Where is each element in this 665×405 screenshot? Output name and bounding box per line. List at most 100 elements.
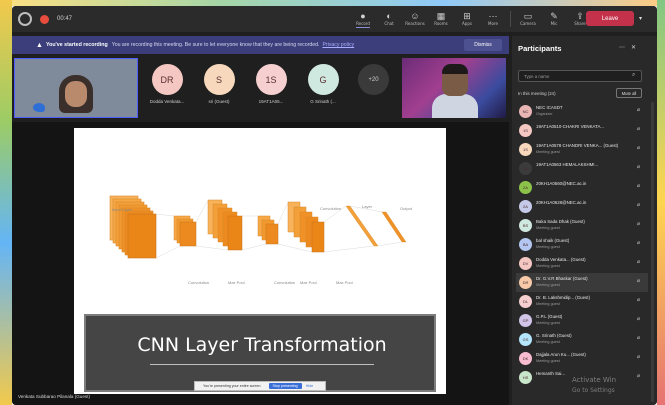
toolbar-more-button[interactable]: ⋯ More bbox=[480, 8, 506, 30]
participant-row[interactable]: 1S 19AT1A0563 HEMALAKSHMI... ⌀ bbox=[516, 159, 648, 178]
participant-face bbox=[65, 81, 87, 107]
participant-avatar-tile[interactable]: G G Srinath (... bbox=[306, 64, 340, 104]
mic-muted-icon[interactable]: ⌀ bbox=[637, 297, 640, 303]
toolbar-button-label: Record bbox=[356, 20, 370, 28]
more-icon: ⋯ bbox=[488, 11, 498, 21]
toolbar-separator bbox=[510, 11, 511, 27]
presentation-slide: Input Layer Convolution Max Pool Convolutio… bbox=[74, 128, 446, 394]
participant-avatar-tile[interactable]: DR Dodda Venkata... bbox=[150, 64, 184, 104]
toolbar-mic-button[interactable]: ✎ Mic bbox=[541, 8, 567, 30]
avatar: 2A bbox=[519, 200, 532, 213]
search-icon[interactable]: ⌕ bbox=[632, 72, 635, 79]
participant-row[interactable]: 2A 20KH1A0628@NEC.ac.in ⌀ bbox=[516, 197, 648, 216]
toolbar-apps-button[interactable]: ⊞ Apps bbox=[454, 8, 480, 30]
participant-name: Hemanth Sai... bbox=[536, 371, 566, 376]
avatar: DL bbox=[519, 295, 532, 308]
participant-row[interactable]: GP G.P.L (Guest) Meeting guest ⌀ bbox=[516, 311, 648, 330]
hide-button[interactable]: Hide bbox=[306, 384, 313, 388]
mic-muted-icon[interactable]: ⌀ bbox=[637, 107, 640, 113]
toolbar-button-label: Apps bbox=[462, 21, 472, 26]
mic-muted-icon[interactable]: ⌀ bbox=[637, 373, 640, 379]
more-options-icon[interactable]: ⋯ bbox=[619, 45, 631, 51]
privacy-policy-link[interactable]: Privacy policy bbox=[322, 42, 354, 48]
mic-muted-icon[interactable]: ⌀ bbox=[637, 126, 640, 132]
participant-list-scrollbar[interactable] bbox=[651, 102, 654, 402]
stop-presenting-button[interactable]: Stop presenting bbox=[268, 383, 302, 389]
avatar: S bbox=[203, 64, 235, 95]
mic-muted-icon[interactable]: ⌀ bbox=[637, 221, 640, 227]
participant-search-input[interactable]: Type a name ⌕ bbox=[518, 70, 642, 82]
mic-muted-icon[interactable]: ⌀ bbox=[637, 278, 640, 284]
self-video-tile[interactable] bbox=[14, 58, 138, 118]
participant-role: Meeting guest bbox=[536, 245, 560, 249]
participant-role: Meeting guest bbox=[536, 264, 560, 268]
participant-name: NEC ICASDT bbox=[536, 105, 563, 110]
input-feature-stack bbox=[109, 195, 157, 259]
mute-all-button[interactable]: Mute all bbox=[616, 88, 642, 98]
avatar: BA bbox=[519, 238, 532, 251]
participant-row[interactable]: 1S 19AT1A0578 CHANDRI VENKA... (Guest) Mee… bbox=[516, 140, 648, 159]
participant-row[interactable]: GS G. Srinath (Guest) Meeting guest ⌀ bbox=[516, 330, 648, 349]
participant-role: Meeting guest bbox=[536, 283, 560, 287]
toolbar-chat-button[interactable]: ◐ Chat bbox=[376, 8, 402, 30]
banner-title: You've started recording bbox=[45, 42, 108, 48]
participant-row[interactable]: DR Dr. G.V.R Bhaskar (Guest) Meeting guest… bbox=[516, 273, 648, 292]
warning-icon: ▲ bbox=[36, 41, 43, 49]
participants-panel: Participants ⋯✕ Type a name ⌕ In this me… bbox=[512, 36, 657, 405]
participant-row[interactable]: BS Baka Sada Dhak (Guest) Meeting guest ⌀ bbox=[516, 216, 648, 235]
chevron-down-icon[interactable]: ▾ bbox=[639, 15, 642, 22]
participant-name: Baka Sada Dhak (Guest) bbox=[536, 219, 585, 224]
shield-icon[interactable] bbox=[18, 12, 32, 26]
diagram-caption: Convolution bbox=[320, 206, 342, 211]
pool-stack-1 bbox=[173, 215, 197, 247]
participant-row[interactable]: BA bal shaik (Guest) Meeting guest ⌀ bbox=[516, 235, 648, 254]
participant-row[interactable]: 1S 19AT1A0510-CHAKRI VENKATA... ⌀ bbox=[516, 121, 648, 140]
participant-row[interactable]: NC NEC ICASDT Organizer ⌀ bbox=[516, 102, 648, 121]
presenter-hair bbox=[442, 64, 468, 74]
close-icon[interactable]: ✕ bbox=[631, 45, 642, 51]
mic-muted-icon[interactable]: ⌀ bbox=[637, 183, 640, 189]
avatar: HS bbox=[519, 371, 532, 384]
panel-title: Participants bbox=[518, 44, 562, 53]
participant-row[interactable]: DV Dodda Venkata... (Guest) Meeting guest ⌀ bbox=[516, 254, 648, 273]
mic-muted-icon[interactable]: ⌀ bbox=[637, 259, 640, 265]
mic-muted-icon[interactable]: ⌀ bbox=[637, 145, 640, 151]
mic-muted-icon[interactable]: ⌀ bbox=[637, 316, 640, 322]
avatar-name: Dodda Venkata... bbox=[149, 99, 185, 104]
participant-row[interactable]: DL Dr. B. Lakshmidip... (Guest) Meeting gu… bbox=[516, 292, 648, 311]
mic-muted-icon[interactable]: ⌀ bbox=[637, 202, 640, 208]
toolbar-button-label: Rooms bbox=[434, 21, 448, 26]
conv-stack-3 bbox=[287, 201, 325, 253]
mic-muted-icon[interactable]: ⌀ bbox=[637, 164, 640, 170]
more-participants-button[interactable]: +20 bbox=[358, 64, 389, 95]
in-meeting-section-header[interactable]: In this meeting (24) bbox=[518, 91, 556, 96]
avatar: 2A bbox=[519, 181, 532, 194]
dismiss-button[interactable]: Dismiss bbox=[464, 39, 502, 51]
activate-windows-title: Activate Win bbox=[572, 376, 617, 384]
toolbar-rooms-button[interactable]: ▦ Rooms bbox=[428, 8, 454, 30]
participant-name: Dajjala Arun Ku... (Guest) bbox=[536, 352, 586, 357]
avatar: GP bbox=[519, 314, 532, 327]
participant-avatar-tile[interactable]: Ssri (Guest) bbox=[202, 64, 236, 104]
leave-button[interactable]: Leave bbox=[586, 11, 634, 26]
diagram-caption: Convolution bbox=[274, 280, 296, 285]
title-underline bbox=[150, 364, 374, 365]
participant-row[interactable]: DK Dajjala Arun Ku... (Guest) Meeting gues… bbox=[516, 349, 648, 368]
presenter-video-tile[interactable] bbox=[402, 58, 506, 118]
participant-avatar-tile[interactable]: 1S 19AT1A05... bbox=[254, 64, 288, 104]
apps-icon: ⊞ bbox=[463, 11, 471, 21]
presenter-shirt bbox=[432, 94, 478, 118]
slide-title: CNN Layer Transformation bbox=[137, 334, 387, 356]
avatar: 1S bbox=[519, 124, 532, 137]
toolbar-reactions-button[interactable]: ☺ Reactions bbox=[402, 8, 428, 30]
rooms-icon: ▦ bbox=[436, 11, 446, 21]
participant-row[interactable]: 2A 20KH1A0560@NEC.ac.in ⌀ bbox=[516, 178, 648, 197]
avatar: NC bbox=[519, 105, 532, 118]
speaking-icon bbox=[33, 103, 45, 112]
screen: 00:47 ● Record ◐ Chat ☺ Reactions ▦ Rooms ⊞ Apps ⋯… bbox=[0, 0, 665, 405]
mic-muted-icon[interactable]: ⌀ bbox=[637, 354, 640, 360]
mic-muted-icon[interactable]: ⌀ bbox=[637, 335, 640, 341]
mic-muted-icon[interactable]: ⌀ bbox=[637, 240, 640, 246]
toolbar-record-button[interactable]: ● Record bbox=[350, 8, 376, 30]
toolbar-camera-button[interactable]: ▭ Camera bbox=[515, 8, 541, 30]
